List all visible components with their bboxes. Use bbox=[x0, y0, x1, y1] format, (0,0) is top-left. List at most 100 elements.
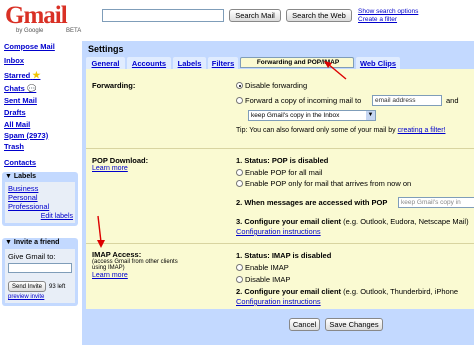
send-invite-button[interactable]: Send Invite bbox=[8, 281, 46, 292]
nav-starred-label: Starred bbox=[4, 71, 31, 80]
annotation-arrow-imap bbox=[97, 215, 105, 248]
nav-sent-mail[interactable]: Sent Mail bbox=[4, 96, 37, 105]
radio-icon[interactable] bbox=[236, 169, 243, 176]
invite-prompt: Give Gmail to: bbox=[8, 252, 56, 261]
pop-learn-more-link[interactable]: Learn more bbox=[92, 165, 128, 172]
search-input[interactable] bbox=[102, 9, 224, 22]
imap-configure-examples: (e.g. Outlook, Thunderbird, iPhone bbox=[343, 287, 459, 296]
enable-pop-now-label: Enable POP only for mail that arrives fr… bbox=[245, 179, 412, 188]
radio-icon[interactable] bbox=[236, 180, 243, 187]
search-mail-button[interactable]: Search Mail bbox=[229, 9, 281, 22]
create-filter-tip-link[interactable]: creating a filter! bbox=[398, 127, 446, 134]
radio-selected-icon[interactable] bbox=[236, 82, 243, 89]
triangle-down-icon: ▼ bbox=[5, 239, 12, 246]
edit-labels-link[interactable]: Edit labels bbox=[41, 213, 73, 220]
cancel-button[interactable]: Cancel bbox=[289, 318, 320, 331]
labels-header[interactable]: ▼ Labels bbox=[5, 173, 36, 180]
preview-invite-link[interactable]: preview invite bbox=[8, 294, 44, 300]
radio-icon[interactable] bbox=[236, 97, 243, 104]
nav-contacts[interactable]: Contacts bbox=[4, 158, 36, 167]
label-personal[interactable]: Personal bbox=[8, 193, 38, 202]
forwarding-tip: Tip: You can also forward only some of y… bbox=[236, 127, 445, 134]
invites-left: 93 left bbox=[49, 284, 66, 290]
tab-general[interactable]: General bbox=[86, 57, 125, 69]
label-business[interactable]: Business bbox=[8, 184, 38, 193]
imap-note-2: using IMAP) bbox=[92, 265, 125, 271]
create-filter-link[interactable]: Create a filter bbox=[358, 16, 397, 23]
invite-title: Invite a friend bbox=[13, 239, 60, 246]
annotation-arrow-tab bbox=[324, 61, 347, 80]
logo-beta: BETA bbox=[66, 28, 82, 34]
gmail-logo[interactable]: Gmail by Google BETA bbox=[5, 3, 85, 37]
forward-action-value: keep Gmail's copy in the Inbox bbox=[251, 112, 340, 119]
imap-configuration-instructions-link[interactable]: Configuration instructions bbox=[236, 297, 321, 306]
logo-text: Gmail bbox=[5, 2, 68, 29]
labels-box: ▼ Labels Business Personal Professional … bbox=[2, 172, 78, 226]
imap-section: IMAP Access: (access Gmail from other cl… bbox=[86, 244, 474, 308]
imap-configure: 2. Configure your email client (e.g. Out… bbox=[236, 287, 458, 296]
tab-accounts[interactable]: Accounts bbox=[127, 57, 171, 69]
invite-friend-box: ▼ Invite a friend Give Gmail to: Send In… bbox=[2, 238, 78, 306]
pop-section: POP Download: Learn more 1. Status: POP … bbox=[86, 149, 474, 244]
pop-configure-label: 3. Configure your email client bbox=[236, 217, 342, 226]
nav-starred[interactable]: Starred ★ bbox=[4, 70, 40, 81]
labels-list: Business Personal Professional Edit labe… bbox=[5, 182, 75, 223]
nav-drafts[interactable]: Drafts bbox=[4, 108, 26, 117]
disable-imap-option[interactable]: Disable IMAP bbox=[236, 275, 290, 284]
search-web-button[interactable]: Search the Web bbox=[286, 9, 352, 22]
radio-icon[interactable] bbox=[236, 276, 243, 283]
enable-pop-now-option[interactable]: Enable POP only for mail that arrives fr… bbox=[236, 179, 411, 188]
enable-imap-label: Enable IMAP bbox=[245, 263, 289, 272]
imap-access-label: IMAP Access: bbox=[92, 250, 142, 259]
logo-by-google: by Google bbox=[16, 28, 44, 34]
save-changes-button[interactable]: Save Changes bbox=[325, 318, 383, 331]
imap-status: 1. Status: IMAP is disabled bbox=[236, 251, 332, 260]
label-professional[interactable]: Professional bbox=[8, 202, 49, 211]
show-search-options-link[interactable]: Show search options bbox=[358, 8, 418, 15]
triangle-down-icon: ▼ bbox=[5, 173, 12, 180]
nav-chats-label: Chats bbox=[4, 84, 25, 93]
tab-labels[interactable]: Labels bbox=[173, 57, 206, 69]
imap-configure-label: 2. Configure your email client bbox=[236, 287, 342, 296]
tab-web-clips[interactable]: Web Clips bbox=[356, 57, 400, 69]
disable-forwarding-label: Disable forwarding bbox=[245, 81, 308, 90]
tab-filters[interactable]: Filters bbox=[208, 57, 238, 69]
radio-icon[interactable] bbox=[236, 264, 243, 271]
pop-configuration-instructions-link[interactable]: Configuration instructions bbox=[236, 227, 321, 236]
settings-tabs: General Accounts Labels Filters Forwardi… bbox=[86, 57, 474, 69]
forward-copy-option[interactable]: Forward a copy of incoming mail to bbox=[236, 96, 361, 105]
tip-text: Tip: You can also forward only some of y… bbox=[236, 127, 396, 134]
nav-chats[interactable]: Chats 💬 bbox=[4, 84, 36, 93]
star-icon: ★ bbox=[32, 70, 41, 80]
forward-action-select[interactable]: keep Gmail's copy in the Inbox ▼ bbox=[248, 110, 376, 121]
nav-trash[interactable]: Trash bbox=[4, 142, 24, 151]
pop-download-label: POP Download: bbox=[92, 156, 149, 165]
forward-email-input[interactable]: email address bbox=[372, 95, 442, 106]
nav-all-mail[interactable]: All Mail bbox=[4, 120, 30, 129]
settings-content: Forwarding: Disable forwarding Forward a… bbox=[86, 69, 474, 339]
pop-configure: 3. Configure your email client (e.g. Out… bbox=[236, 217, 469, 226]
forwarding-and-text: and bbox=[446, 96, 459, 105]
enable-pop-all-option[interactable]: Enable POP for all mail bbox=[236, 168, 322, 177]
forward-copy-label: Forward a copy of incoming mail to bbox=[245, 96, 362, 105]
nav-spam[interactable]: Spam (2973) bbox=[4, 131, 48, 140]
settings-panel: Settings General Accounts Labels Filters… bbox=[82, 41, 474, 345]
enable-imap-option[interactable]: Enable IMAP bbox=[236, 263, 289, 272]
disable-forwarding-option[interactable]: Disable forwarding bbox=[236, 81, 307, 90]
pop-status: 1. Status: POP is disabled bbox=[236, 156, 329, 165]
compose-mail-link[interactable]: Compose Mail bbox=[4, 42, 55, 51]
chevron-down-icon: ▼ bbox=[366, 111, 375, 120]
nav-inbox[interactable]: Inbox bbox=[4, 56, 24, 65]
pop-action-select[interactable]: keep Gmail's copy in bbox=[398, 197, 474, 208]
settings-title: Settings bbox=[88, 44, 124, 54]
invite-email-input[interactable] bbox=[8, 263, 72, 273]
pop-when-accessed: 2. When messages are accessed with POP bbox=[236, 198, 388, 207]
invite-header[interactable]: ▼ Invite a friend bbox=[5, 239, 59, 246]
actions-bar bbox=[86, 309, 474, 339]
forwarding-section: Forwarding: Disable forwarding Forward a… bbox=[86, 69, 474, 149]
pop-configure-examples: (e.g. Outlook, Eudora, Netscape Mail) bbox=[343, 217, 469, 226]
invite-body: Give Gmail to: Send Invite 93 left previ… bbox=[5, 249, 75, 303]
imap-learn-more-link[interactable]: Learn more bbox=[92, 272, 128, 279]
chat-bubble-icon: 💬 bbox=[26, 84, 37, 93]
enable-pop-all-label: Enable POP for all mail bbox=[245, 168, 323, 177]
